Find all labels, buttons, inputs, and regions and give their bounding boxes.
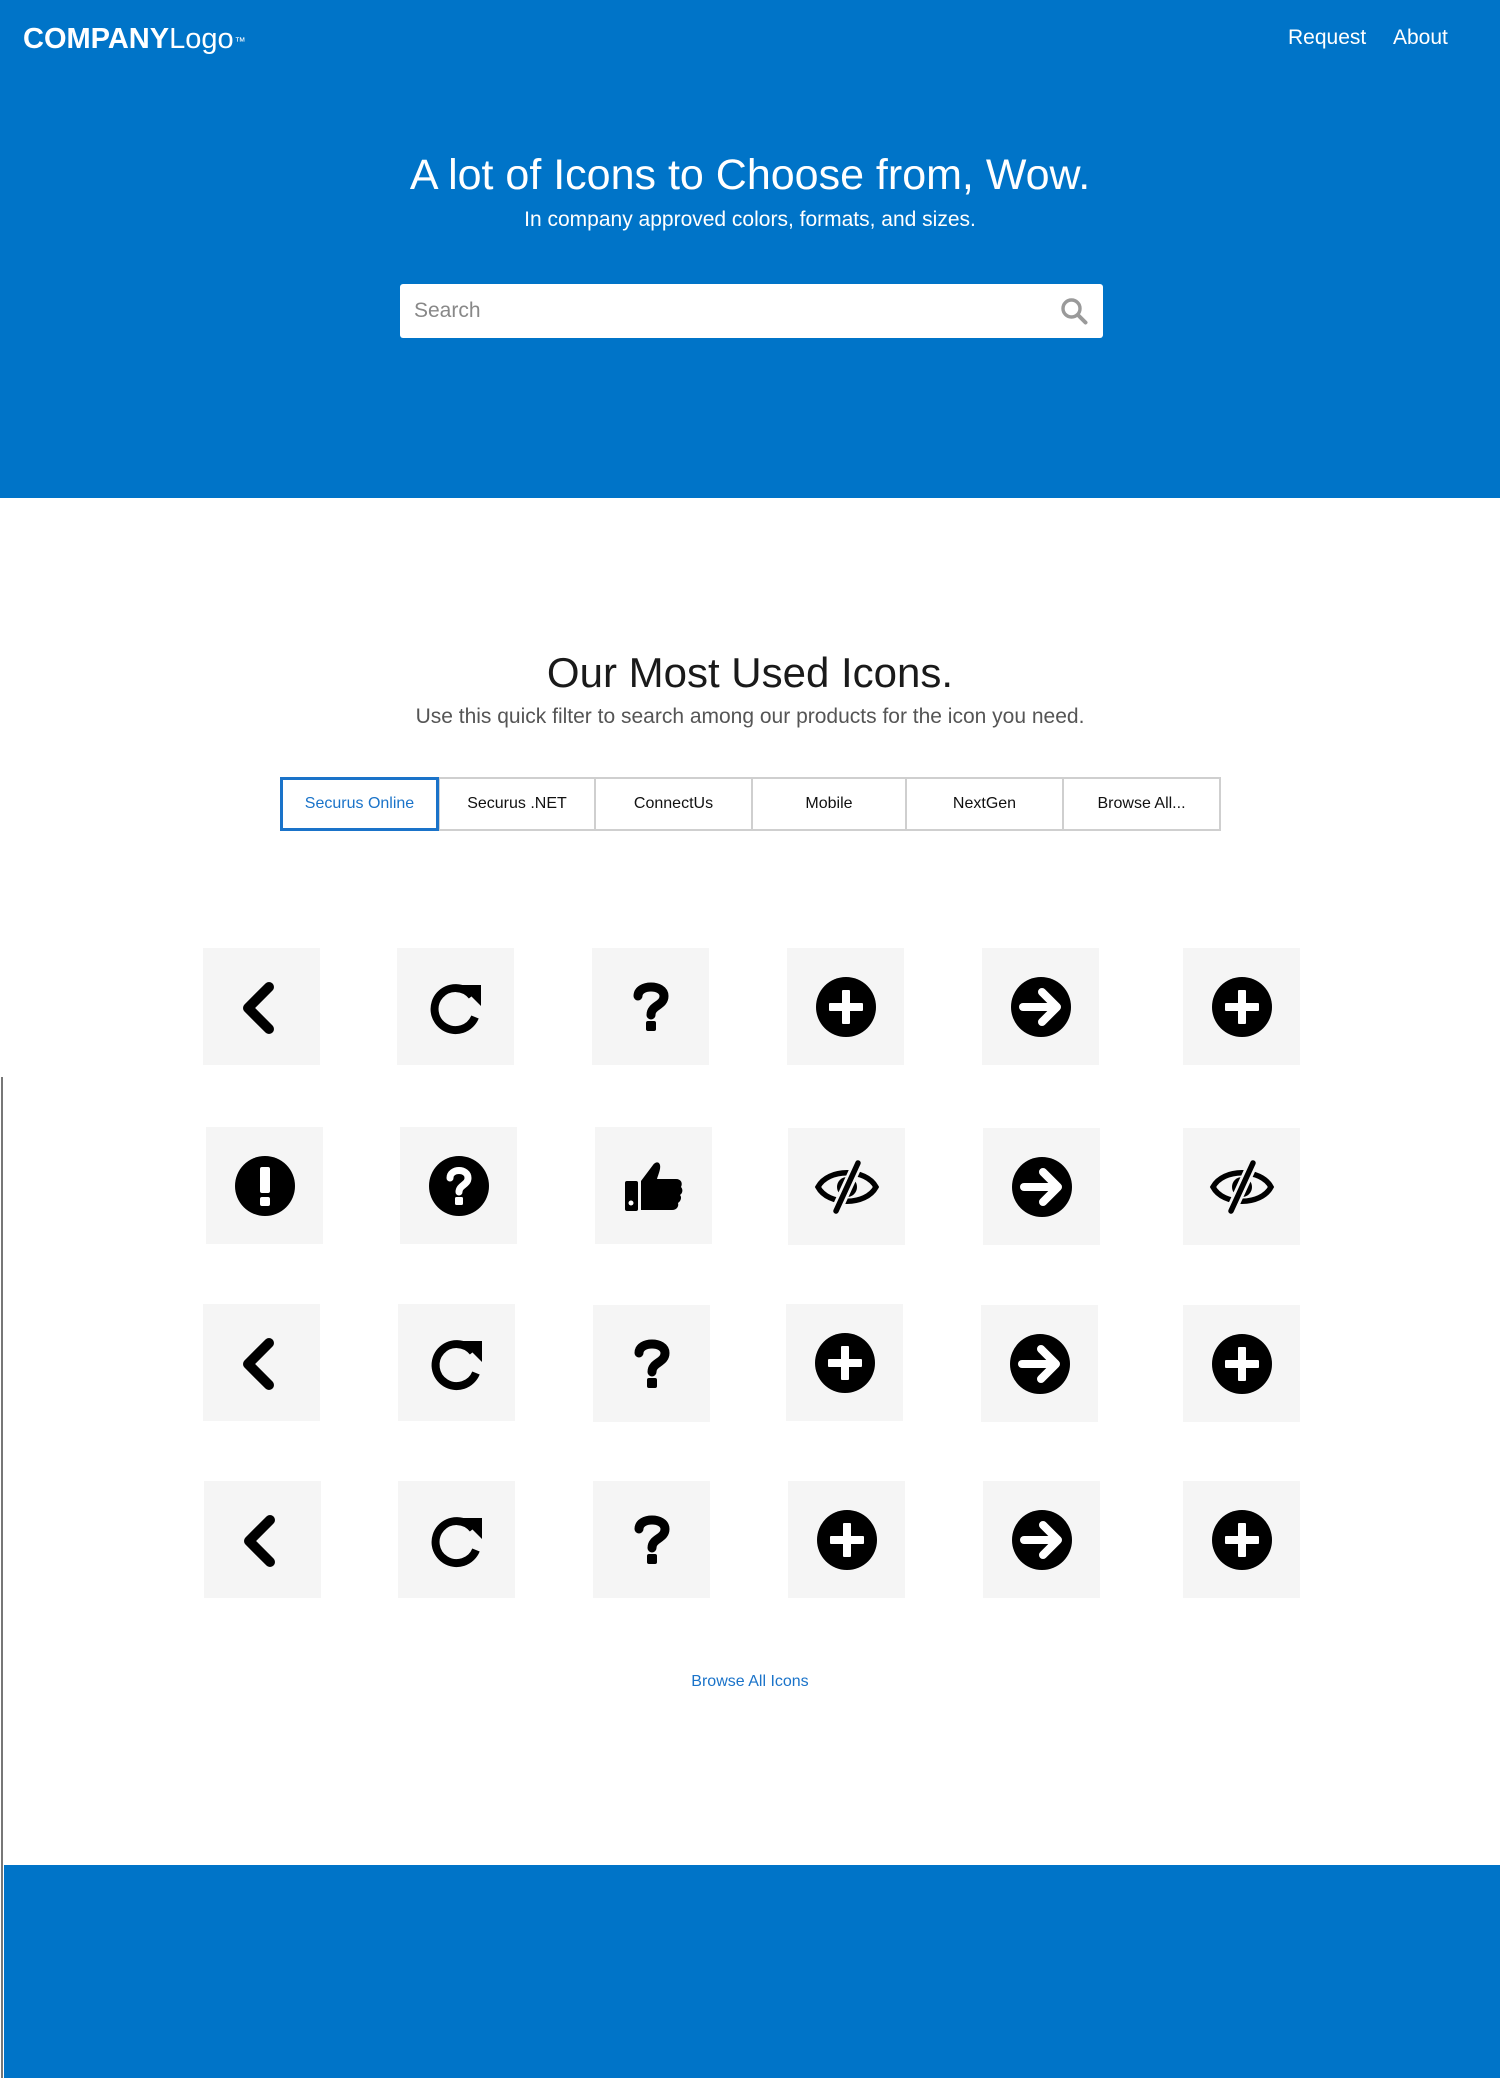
browse-all-icons-link[interactable]: Browse All Icons xyxy=(0,1671,1500,1693)
icon-tile-redo[interactable] xyxy=(398,1481,515,1598)
redo-icon xyxy=(430,983,481,1034)
nav-link-request[interactable]: Request xyxy=(1288,26,1366,50)
icon-tile-chevron-left[interactable] xyxy=(203,948,320,1065)
icon-tile-plus-circle[interactable] xyxy=(1183,948,1300,1065)
icon-tile-thumbs-up[interactable] xyxy=(595,1127,712,1244)
chevron-left-icon xyxy=(242,981,274,1034)
filter-tab-securus-online[interactable]: Securus Online xyxy=(280,777,439,831)
icon-tile-question-circle[interactable] xyxy=(400,1127,517,1244)
hero-title: A lot of Icons to Choose from, Wow. xyxy=(409,151,1091,199)
icon-tile-redo[interactable] xyxy=(398,1304,515,1421)
icon-tile-question[interactable] xyxy=(593,1481,710,1598)
filter-tab-browse-all[interactable]: Browse All... xyxy=(1062,777,1221,831)
logo-company-text: COMPANY xyxy=(23,23,170,55)
icon-tile-plus-circle[interactable] xyxy=(787,948,904,1065)
section-title: Our Most Used Icons. xyxy=(546,649,954,696)
filter-tab-mobile[interactable]: Mobile xyxy=(751,777,907,831)
arrow-right-circle-icon xyxy=(1011,1509,1072,1570)
icon-tile-arrow-right-circle[interactable] xyxy=(981,1305,1098,1422)
redo-icon xyxy=(431,1339,482,1390)
icon-tile-chevron-left[interactable] xyxy=(204,1481,321,1598)
plus-circle-icon xyxy=(815,976,876,1037)
footer xyxy=(4,1865,1500,2078)
chevron-left-icon xyxy=(243,1514,275,1567)
search-input[interactable] xyxy=(400,284,1040,338)
arrow-right-circle-icon xyxy=(1009,1333,1070,1394)
icon-tile-exclamation-circle[interactable] xyxy=(206,1127,323,1244)
icon-tile-eye-slash[interactable] xyxy=(788,1128,905,1245)
plus-circle-icon xyxy=(814,1332,875,1393)
thumbs-up-icon xyxy=(624,1161,682,1211)
icon-tile-plus-circle[interactable] xyxy=(1183,1305,1300,1422)
icon-tile-arrow-right-circle[interactable] xyxy=(983,1481,1100,1598)
question-icon xyxy=(633,982,669,1031)
logo-logo-text: Logo xyxy=(169,23,234,55)
arrow-right-circle-icon xyxy=(1010,976,1071,1037)
filter-tab-nextgen[interactable]: NextGen xyxy=(905,777,1064,831)
nav-link-about[interactable]: About xyxy=(1393,26,1448,50)
icon-tile-plus-circle[interactable] xyxy=(786,1304,903,1421)
eye-slash-icon xyxy=(1209,1159,1274,1214)
page-left-border xyxy=(1,1077,3,2078)
plus-circle-icon xyxy=(1211,1333,1272,1394)
arrow-right-circle-icon xyxy=(1011,1156,1072,1217)
icon-tile-arrow-right-circle[interactable] xyxy=(983,1128,1100,1245)
icon-tile-eye-slash[interactable] xyxy=(1183,1128,1300,1245)
icon-tile-chevron-left[interactable] xyxy=(203,1304,320,1421)
question-icon xyxy=(634,1515,670,1564)
eye-slash-icon xyxy=(814,1159,879,1214)
exclamation-circle-icon xyxy=(234,1155,295,1216)
icon-tile-question[interactable] xyxy=(593,1305,710,1422)
plus-circle-icon xyxy=(816,1509,877,1570)
icon-tile-plus-circle[interactable] xyxy=(788,1481,905,1598)
plus-circle-icon xyxy=(1211,1509,1272,1570)
redo-icon xyxy=(431,1516,482,1567)
hero-banner: COMPANYLogo™ Request About A lot of Icon… xyxy=(0,0,1500,498)
logo-trademark: ™ xyxy=(234,36,246,48)
hero-subtitle: In company approved colors, formats, and… xyxy=(524,208,976,231)
question-icon xyxy=(634,1339,670,1388)
filter-tab-securus-net[interactable]: Securus .NET xyxy=(438,777,596,831)
plus-circle-icon xyxy=(1211,976,1272,1037)
icon-tile-plus-circle[interactable] xyxy=(1183,1481,1300,1598)
company-logo[interactable]: COMPANYLogo™ xyxy=(23,22,246,56)
icon-tile-redo[interactable] xyxy=(397,948,514,1065)
section-subtitle: Use this quick filter to search among ou… xyxy=(415,705,1085,728)
filter-tab-connectus[interactable]: ConnectUs xyxy=(594,777,753,831)
icon-tile-arrow-right-circle[interactable] xyxy=(982,948,1099,1065)
icon-tile-question[interactable] xyxy=(592,948,709,1065)
chevron-left-icon xyxy=(242,1337,274,1390)
search-icon[interactable] xyxy=(1060,297,1088,325)
search-bar xyxy=(400,284,1103,338)
question-circle-icon xyxy=(428,1155,489,1216)
